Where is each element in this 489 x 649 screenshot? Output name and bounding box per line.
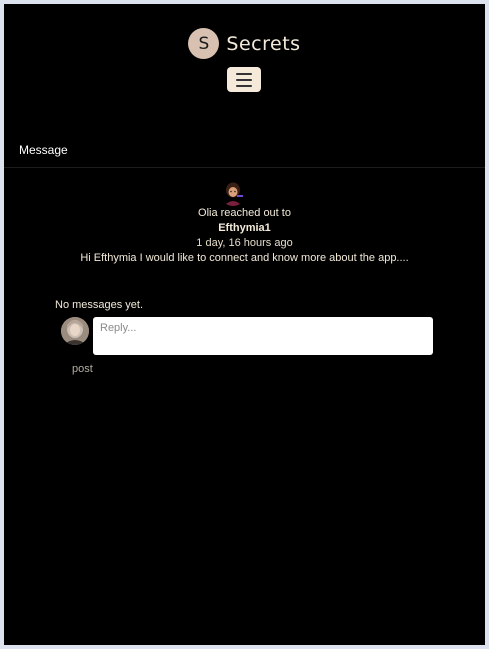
brand-name: Secrets: [226, 32, 301, 55]
reply-input[interactable]: [93, 317, 433, 355]
page-title: Message: [19, 143, 68, 157]
hamburger-icon-line: [236, 72, 252, 75]
sender-avatar-icon[interactable]: [220, 180, 246, 206]
user-avatar-icon: [61, 317, 89, 345]
hamburger-icon-line: [236, 84, 252, 87]
reached-out-text: Olia reached out to: [198, 207, 291, 219]
logo-icon: S: [188, 28, 220, 59]
menu-button[interactable]: [227, 67, 261, 92]
hamburger-icon-line: [236, 78, 252, 81]
empty-replies-text: No messages yet.: [55, 299, 144, 311]
post-button[interactable]: post: [72, 363, 93, 375]
recipient-name[interactable]: Efthymia1: [4, 222, 485, 234]
message-timestamp: 1 day, 16 hours ago: [196, 237, 293, 249]
divider: [4, 167, 485, 168]
message-body: Hi Efthymia I would like to connect and …: [80, 252, 409, 264]
brand[interactable]: S Secrets: [4, 28, 485, 59]
app-frame: S Secrets Message Olia reached out to Ef…: [4, 4, 485, 645]
